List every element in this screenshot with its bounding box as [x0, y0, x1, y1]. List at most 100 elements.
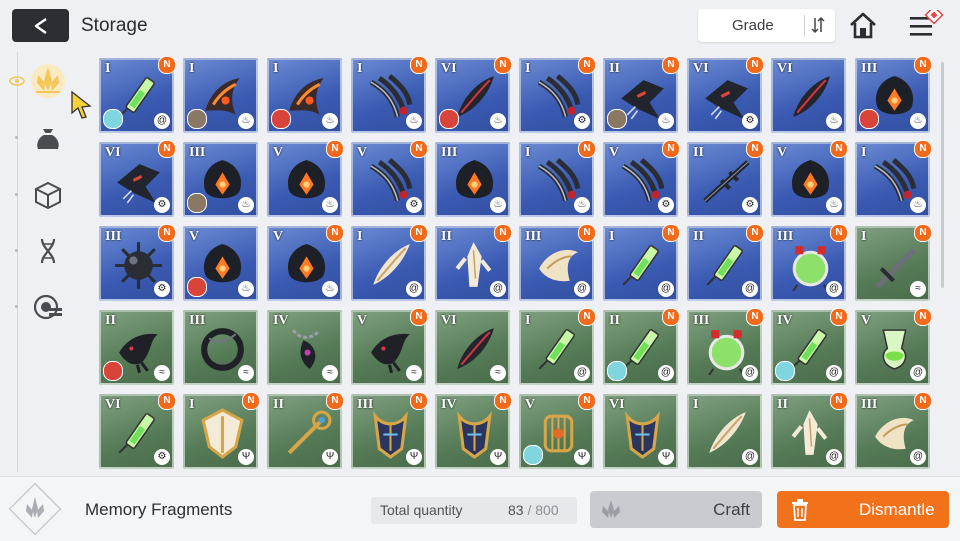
memory-fragment-card[interactable]: III N Ψ [351, 392, 428, 469]
memory-fragment-card[interactable]: V N ⚙ [603, 140, 680, 217]
memory-fragment-card[interactable]: VI ≈ [435, 310, 510, 385]
memory-fragment-card[interactable]: III N @ [855, 392, 932, 469]
memory-fragment-card[interactable]: II N @ [687, 224, 764, 301]
notification-badge-icon [924, 10, 944, 25]
memory-fragment-card[interactable]: V ♨ [183, 226, 258, 301]
new-badge: N [662, 224, 680, 242]
memory-fragment-card[interactable]: I N ♨ [519, 140, 596, 217]
grade-numeral: I [189, 397, 195, 412]
craft-label: Craft [713, 500, 750, 519]
pouch-icon [37, 129, 59, 149]
water-element-icon: @ [742, 281, 758, 297]
memory-fragment-card[interactable]: I N Ψ [183, 392, 260, 469]
memory-fragment-card[interactable]: I N @ [99, 57, 176, 133]
water-element-icon: @ [742, 365, 758, 381]
memory-fragment-card[interactable]: VI Ψ [603, 394, 678, 469]
wind-element-icon: ≈ [406, 365, 422, 381]
memory-fragment-card[interactable]: II N @ [435, 224, 512, 301]
memory-fragment-card[interactable]: III N @ [771, 224, 848, 301]
fire-element-icon: ♨ [910, 113, 926, 129]
fire-element-icon: ♨ [910, 197, 926, 213]
character-avatar-icon [607, 361, 627, 381]
home-icon[interactable] [848, 11, 878, 41]
memory-fragment-card[interactable]: V N ⚙ [351, 140, 428, 217]
memory-fragment-card[interactable]: III N ♨ [855, 57, 932, 133]
memory-fragment-card[interactable]: III ♨ [183, 142, 258, 217]
memory-fragment-card[interactable]: IV N @ [771, 308, 848, 385]
memory-fragment-card[interactable]: III N ⚙ [99, 224, 176, 301]
memory-fragment-card[interactable]: II N ♨ [603, 57, 680, 133]
new-badge: N [242, 392, 260, 410]
craft-button[interactable]: Craft [590, 491, 762, 528]
new-badge: N [662, 308, 680, 326]
memory-fragment-card[interactable]: II N @ [603, 308, 680, 385]
tech-element-icon: ⚙ [742, 113, 758, 129]
memory-fragment-card[interactable]: II N @ [771, 392, 848, 469]
grade-numeral: I [189, 61, 195, 76]
memory-fragment-card[interactable]: V N ≈ [351, 308, 428, 385]
memory-fragment-card[interactable]: I N ♨ [855, 140, 932, 217]
memory-fragment-card[interactable]: III N @ [519, 224, 596, 301]
memory-fragment-card[interactable]: I N @ [519, 308, 596, 385]
earth-element-icon: Ψ [490, 449, 506, 465]
sort-order-icon[interactable] [810, 16, 826, 34]
tech-element-icon: ⚙ [154, 449, 170, 465]
memory-fragment-card[interactable]: II N ⚙ [687, 140, 764, 217]
memory-fragment-card[interactable]: VNΨ [519, 392, 596, 469]
cube-icon [35, 181, 61, 210]
sidebar-dot [15, 305, 18, 308]
tech-element-icon: ⚙ [574, 113, 590, 129]
memory-fragment-card[interactable]: I N ≈ [855, 224, 932, 301]
water-element-icon: @ [826, 449, 842, 465]
character-avatar-icon [103, 361, 123, 381]
water-element-icon: @ [658, 281, 674, 297]
new-badge: N [494, 57, 512, 74]
memory-fragment-card[interactable]: III ♨ [435, 142, 510, 217]
memory-fragment-card[interactable]: IV ≈ [267, 310, 342, 385]
memory-fragment-card[interactable]: VI N ⚙ [99, 140, 176, 217]
sidebar-item-memory-fragments[interactable] [26, 59, 70, 103]
memory-fragment-card[interactable]: I ♨ [267, 58, 342, 133]
memory-fragment-card[interactable]: I N ⚙ [519, 57, 596, 133]
back-button[interactable] [12, 9, 69, 42]
sidebar-item-chips[interactable] [26, 285, 70, 329]
memory-fragment-card[interactable]: VI N ⚙ [687, 57, 764, 133]
tech-element-icon: ⚙ [154, 281, 170, 297]
total-quantity-label: Total quantity [380, 502, 463, 518]
dismantle-button[interactable]: Dismantle [777, 491, 949, 528]
grid-scrollbar[interactable] [941, 62, 944, 288]
new-badge: N [578, 308, 596, 326]
earth-element-icon: Ψ [406, 449, 422, 465]
memory-fragment-card[interactable]: V N ♨ [267, 140, 344, 217]
sort-dropdown[interactable]: Grade [698, 9, 835, 42]
menu-icon[interactable] [908, 10, 944, 42]
memory-fragment-card[interactable]: I ♨ [183, 58, 258, 133]
memory-fragment-card[interactable]: V N @ [855, 308, 932, 385]
new-badge: N [326, 392, 344, 410]
memory-fragment-card[interactable]: III N @ [687, 308, 764, 385]
memory-fragment-card[interactable]: II ≈ [99, 310, 174, 385]
fire-element-icon: ♨ [658, 113, 674, 129]
fire-element-icon: ♨ [322, 113, 338, 129]
memory-fragment-card[interactable]: II N Ψ [267, 392, 344, 469]
memory-fragment-card[interactable]: VI ♨ [771, 58, 846, 133]
memory-fragment-card[interactable]: VI N ⚙ [99, 392, 176, 469]
memory-fragment-card[interactable]: IV N Ψ [435, 392, 512, 469]
water-element-icon: @ [574, 365, 590, 381]
memory-fragment-card[interactable]: I N @ [351, 224, 428, 301]
character-avatar-icon [187, 277, 207, 297]
memory-fragment-card[interactable]: I @ [687, 394, 762, 469]
sidebar-item-genes[interactable] [26, 229, 70, 273]
sidebar-item-pouch[interactable] [26, 117, 70, 161]
sidebar-item-modules[interactable] [26, 173, 70, 217]
memory-fragment-card[interactable]: V N ♨ [771, 140, 848, 217]
memory-fragment-card[interactable]: VI N ♨ [435, 57, 512, 133]
memory-fragment-card[interactable]: V N ♨ [267, 224, 344, 301]
memory-fragment-card[interactable]: III ≈ [183, 310, 258, 385]
new-badge: N [326, 224, 344, 242]
tech-element-icon: ⚙ [406, 197, 422, 213]
memory-fragment-card[interactable]: I N @ [603, 224, 680, 301]
wind-element-icon: ≈ [154, 365, 170, 381]
memory-fragment-card[interactable]: I N ♨ [351, 57, 428, 133]
pointer-cursor-icon [71, 90, 92, 119]
